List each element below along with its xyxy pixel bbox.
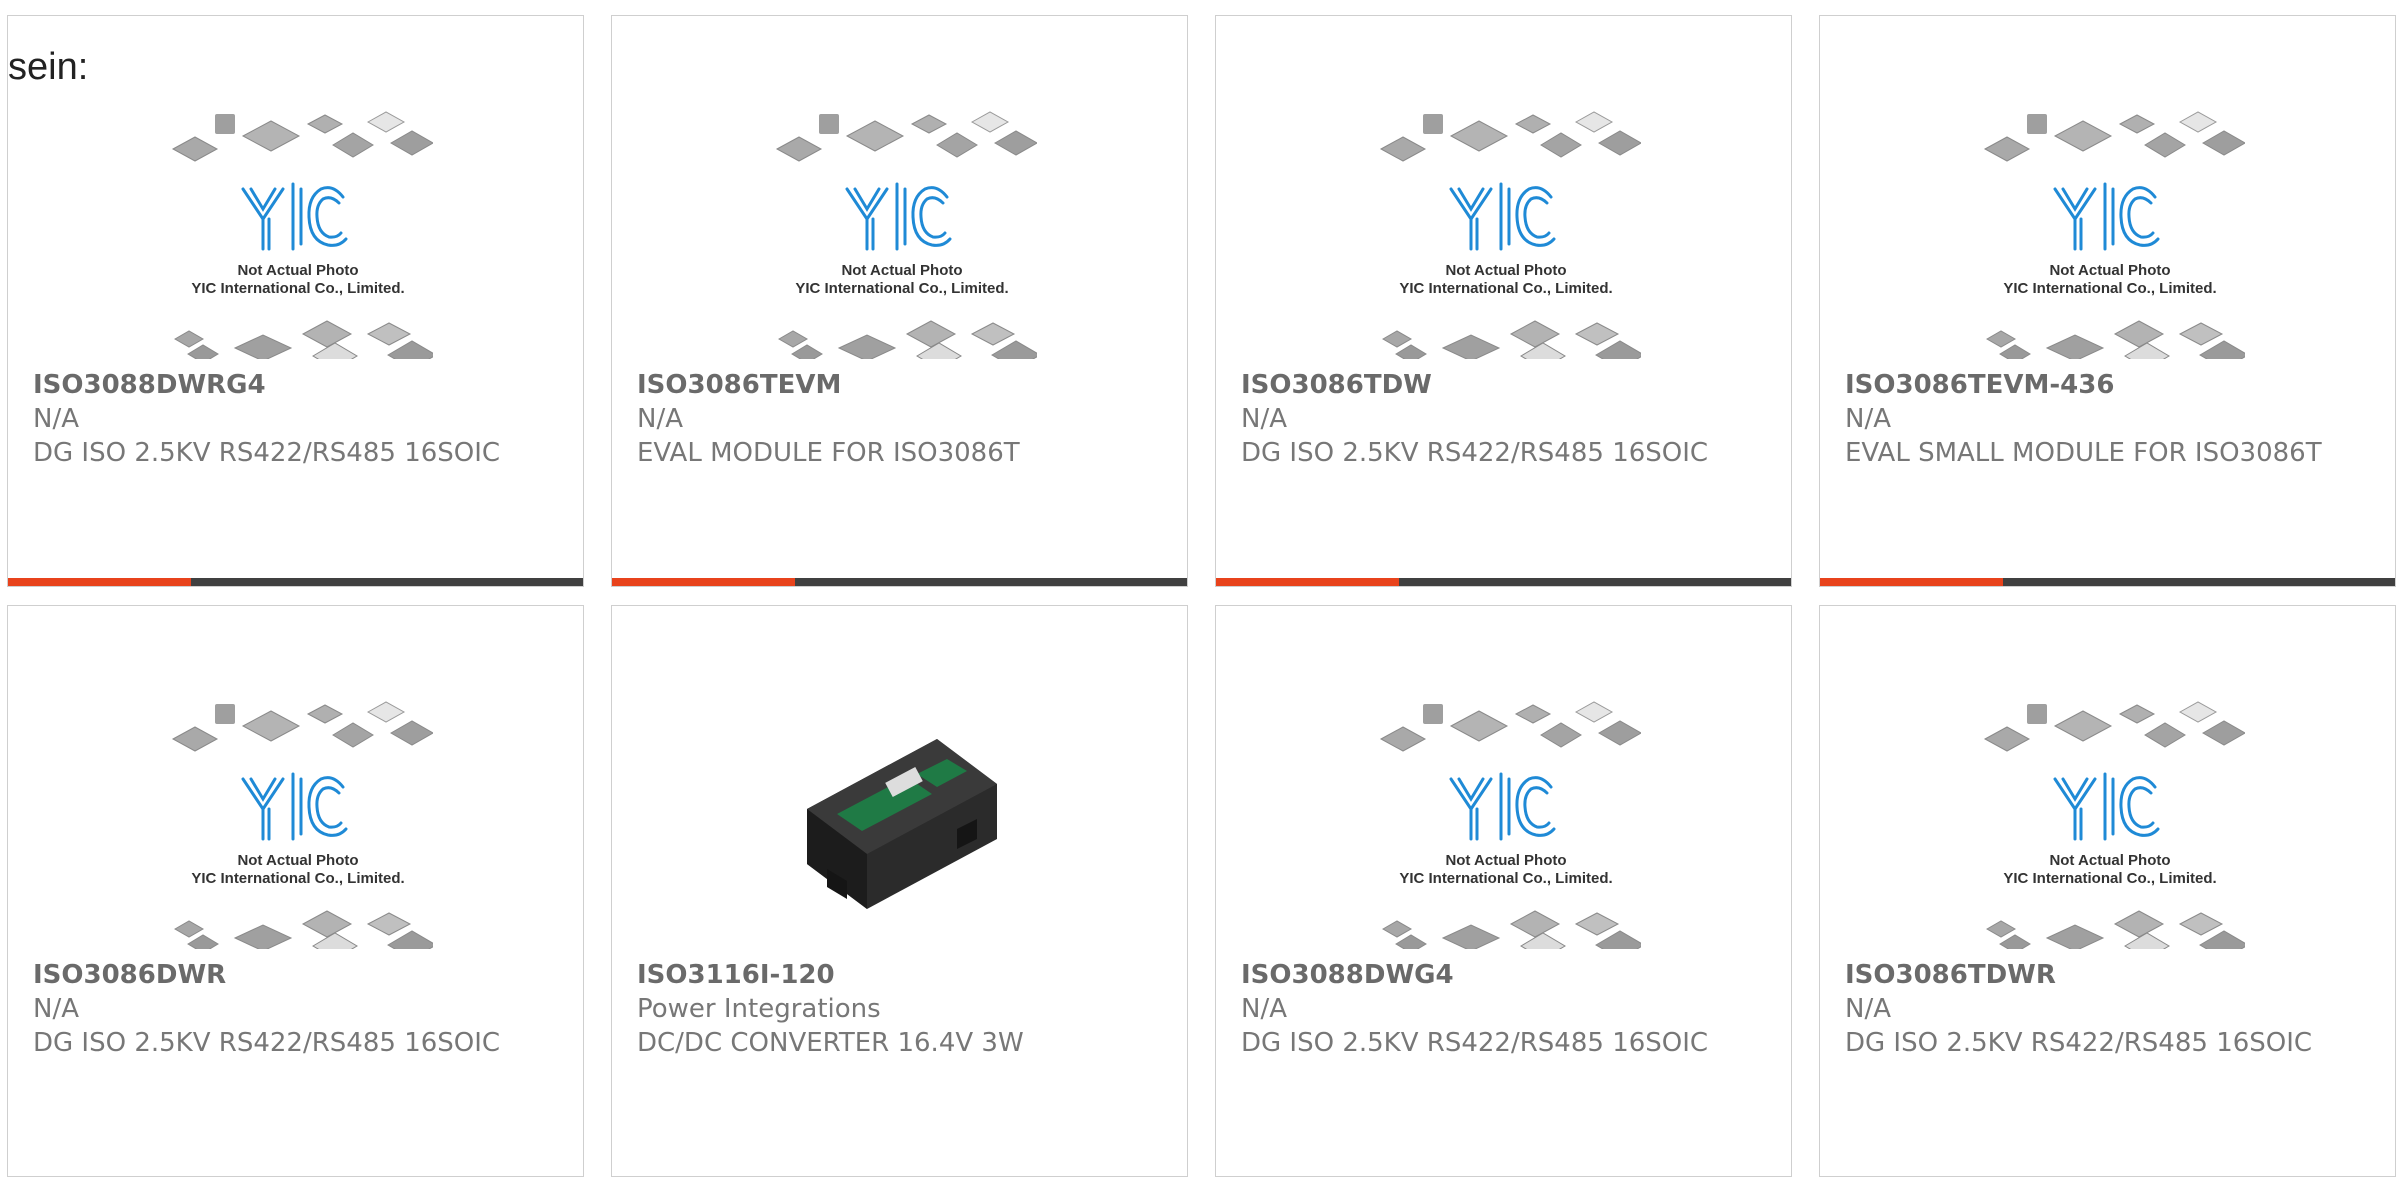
product-card[interactable]: Not Actual Photo YIC International Co., … (1215, 15, 1792, 587)
product-image[interactable] (767, 699, 1037, 949)
product-image[interactable]: Not Actual Photo YIC International Co., … (163, 699, 437, 960)
product-card[interactable]: ISO3116I-120 Power Integrations DC/DC CO… (611, 605, 1188, 1177)
card-hover-bar-accent (1820, 578, 2003, 586)
svg-text:Not Actual Photo: Not Actual Photo (1445, 852, 1566, 869)
card-hover-bar (1216, 578, 1791, 586)
product-description: DC/DC CONVERTER 16.4V 3W (637, 1028, 1024, 1058)
svg-text:YIC International Co., Limited: YIC International Co., Limited. (2003, 280, 2216, 297)
product-info: ISO3088DWG4 N/A DG ISO 2.5KV RS422/RS485… (1241, 958, 1771, 1060)
product-image[interactable]: Not Actual Photo YIC International Co., … (1371, 109, 1645, 370)
product-card[interactable]: Not Actual Photo YIC International Co., … (7, 605, 584, 1177)
svg-text:YIC International Co., Limited: YIC International Co., Limited. (191, 280, 404, 297)
product-manufacturer: N/A (1845, 404, 1891, 434)
intro-text: sein: (8, 46, 89, 88)
yic-logo (1449, 772, 1556, 841)
product-info: ISO3116I-120 Power Integrations DC/DC CO… (637, 958, 1167, 1060)
product-card[interactable]: Not Actual Photo YIC International Co., … (1215, 605, 1792, 1177)
product-manufacturer: N/A (33, 994, 79, 1024)
yic-logo (1449, 182, 1556, 251)
product-description: EVAL SMALL MODULE FOR ISO3086T (1845, 438, 2322, 468)
svg-text:YIC International Co., Limited: YIC International Co., Limited. (2003, 870, 2216, 887)
product-part-number[interactable]: ISO3116I-120 (637, 958, 1167, 992)
product-part-number[interactable]: ISO3086DWR (33, 958, 563, 992)
card-hover-bar (612, 578, 1187, 586)
product-description: DG ISO 2.5KV RS422/RS485 16SOIC (33, 1028, 501, 1058)
svg-text:YIC International Co., Limited: YIC International Co., Limited. (191, 870, 404, 887)
svg-text:Not Actual Photo: Not Actual Photo (1445, 262, 1566, 279)
product-description: EVAL MODULE FOR ISO3086T (637, 438, 1020, 468)
product-description: DG ISO 2.5KV RS422/RS485 16SOIC (1845, 1028, 2313, 1058)
product-part-number[interactable]: ISO3088DWG4 (1241, 958, 1771, 992)
product-description: DG ISO 2.5KV RS422/RS485 16SOIC (1241, 438, 1709, 468)
product-manufacturer: N/A (33, 404, 79, 434)
product-info: ISO3086TEVM N/A EVAL MODULE FOR ISO3086T (637, 368, 1167, 470)
product-card[interactable]: Not Actual Photo YIC International Co., … (1819, 15, 2396, 587)
product-part-number[interactable]: ISO3088DWRG4 (33, 368, 563, 402)
svg-text:YIC International Co., Limited: YIC International Co., Limited. (1399, 870, 1612, 887)
product-info: ISO3086TEVM-436 N/A EVAL SMALL MODULE FO… (1845, 368, 2375, 470)
svg-text:Not Actual Photo: Not Actual Photo (841, 262, 962, 279)
product-info: ISO3086TDW N/A DG ISO 2.5KV RS422/RS485 … (1241, 368, 1771, 470)
product-part-number[interactable]: ISO3086TDWR (1845, 958, 2375, 992)
yic-logo (2053, 182, 2160, 251)
product-info: ISO3086TDWR N/A DG ISO 2.5KV RS422/RS485… (1845, 958, 2375, 1060)
product-image[interactable]: Not Actual Photo YIC International Co., … (163, 109, 437, 370)
product-description: DG ISO 2.5KV RS422/RS485 16SOIC (33, 438, 501, 468)
product-image[interactable]: Not Actual Photo YIC International Co., … (767, 109, 1041, 370)
yic-logo (241, 182, 348, 251)
product-info: ISO3088DWRG4 N/A DG ISO 2.5KV RS422/RS48… (33, 368, 563, 470)
svg-text:Not Actual Photo: Not Actual Photo (2049, 852, 2170, 869)
svg-text:Not Actual Photo: Not Actual Photo (237, 852, 358, 869)
svg-text:Not Actual Photo: Not Actual Photo (2049, 262, 2170, 279)
product-manufacturer: N/A (1241, 404, 1287, 434)
svg-text:YIC International Co., Limited: YIC International Co., Limited. (795, 280, 1008, 297)
product-manufacturer: N/A (1845, 994, 1891, 1024)
card-hover-bar-accent (1216, 578, 1399, 586)
product-part-number[interactable]: ISO3086TEVM-436 (1845, 368, 2375, 402)
card-hover-bar (1820, 578, 2395, 586)
product-part-number[interactable]: ISO3086TEVM (637, 368, 1167, 402)
card-hover-bar (8, 578, 583, 586)
product-card[interactable]: Not Actual Photo YIC International Co., … (611, 15, 1188, 587)
yic-logo (845, 182, 952, 251)
product-card[interactable]: Not Actual Photo YIC International Co., … (7, 15, 584, 587)
svg-text:YIC International Co., Limited: YIC International Co., Limited. (1399, 280, 1612, 297)
card-hover-bar-accent (612, 578, 795, 586)
yic-logo (241, 772, 348, 841)
product-manufacturer: N/A (637, 404, 683, 434)
product-image[interactable]: Not Actual Photo YIC International Co., … (1975, 109, 2249, 370)
svg-text:Not Actual Photo: Not Actual Photo (237, 262, 358, 279)
product-description: DG ISO 2.5KV RS422/RS485 16SOIC (1241, 1028, 1709, 1058)
product-image[interactable]: Not Actual Photo YIC International Co., … (1371, 699, 1645, 960)
card-hover-bar-accent (8, 578, 191, 586)
product-info: ISO3086DWR N/A DG ISO 2.5KV RS422/RS485 … (33, 958, 563, 1060)
yic-logo (2053, 772, 2160, 841)
product-manufacturer: Power Integrations (637, 994, 881, 1024)
product-card[interactable]: Not Actual Photo YIC International Co., … (1819, 605, 2396, 1177)
product-image[interactable]: Not Actual Photo YIC International Co., … (1975, 699, 2249, 960)
product-part-number[interactable]: ISO3086TDW (1241, 368, 1771, 402)
product-manufacturer: N/A (1241, 994, 1287, 1024)
